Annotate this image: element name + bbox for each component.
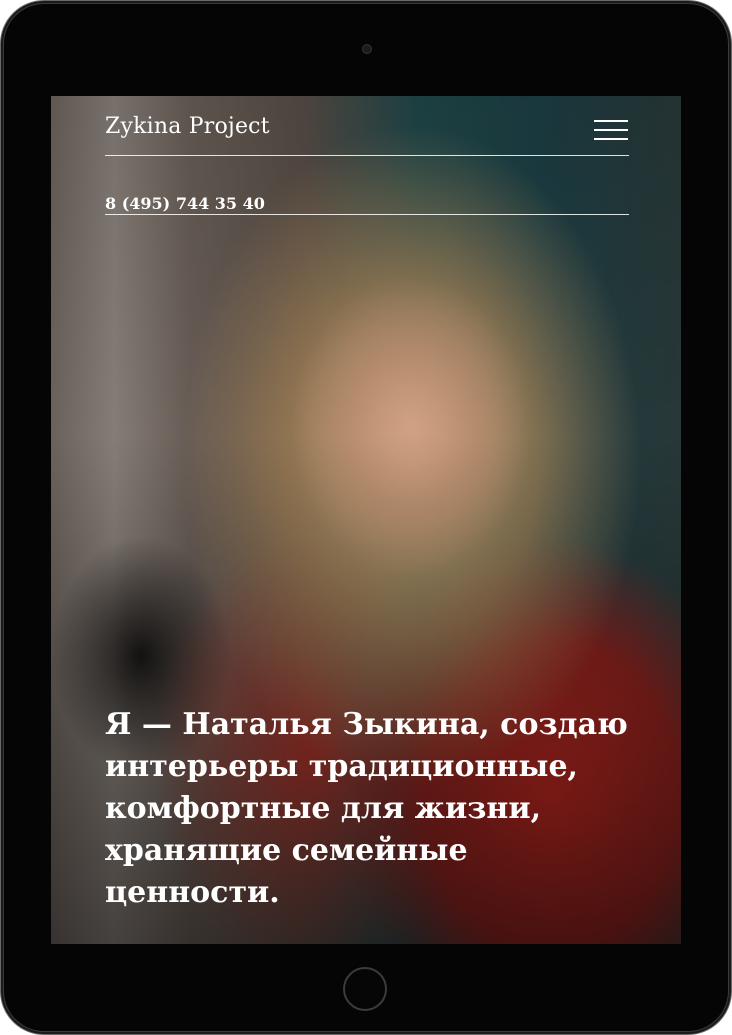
hero-headline: Я — Наталья Зыкина, создаю интерьеры тра… xyxy=(105,704,628,914)
screen: Zykina Project 8 (495) 744 35 40 Я — Нат… xyxy=(51,96,681,944)
hero-line: Я — Наталья Зыкина, создаю xyxy=(105,707,628,742)
hero-line: интерьеры традиционные, xyxy=(105,749,578,784)
home-button[interactable] xyxy=(343,967,387,1011)
front-camera xyxy=(362,44,372,54)
header-divider-top xyxy=(105,155,629,156)
hamburger-menu-icon[interactable] xyxy=(594,118,628,142)
hero-line: комфортные для жизни, xyxy=(105,791,542,826)
hero-line: хранящие семейные xyxy=(105,833,468,868)
brand-logo[interactable]: Zykina Project xyxy=(105,114,270,139)
hero-line: ценности. xyxy=(105,875,280,910)
header-divider-bottom xyxy=(105,214,629,215)
phone-link[interactable]: 8 (495) 744 35 40 xyxy=(105,194,265,213)
tablet-device-frame: Zykina Project 8 (495) 744 35 40 Я — Нат… xyxy=(0,0,732,1035)
